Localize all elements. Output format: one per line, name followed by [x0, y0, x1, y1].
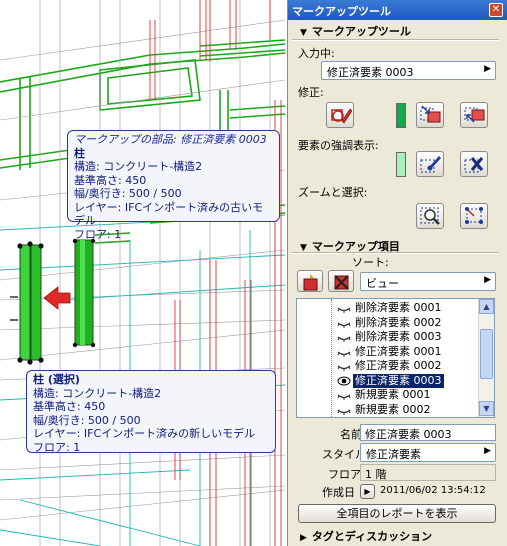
dropdown-arrow-icon: ▶	[484, 64, 491, 74]
collapse-triangle-icon: ▼	[300, 28, 307, 38]
created-date-arrow-icon[interactable]: ▶	[360, 484, 375, 499]
sort-dropdown-value: ビュー	[366, 277, 399, 290]
section-title: タグとディスカッション	[311, 530, 433, 543]
tooltip-line: 基準高さ: 450	[33, 400, 106, 413]
eye-hidden-icon[interactable]	[337, 360, 351, 372]
tooltip-title: マークアップの部品: 修正済要素 0003	[74, 133, 267, 146]
modify-label: 修正:	[298, 86, 324, 99]
show-report-button[interactable]: 全項目のレポートを表示	[298, 504, 496, 523]
remove-from-markup-button[interactable]	[460, 102, 488, 128]
add-to-markup-icon	[420, 105, 441, 123]
eye-hidden-icon[interactable]	[337, 331, 351, 343]
tooltip-subtitle: 柱 (選択)	[33, 373, 80, 386]
tree-row-label: 削除済要素 0002	[355, 315, 442, 329]
new-markup-item-button[interactable]	[297, 270, 323, 292]
tooltip-line: 幅/奥行き: 500 / 500	[74, 187, 182, 200]
sort-dropdown[interactable]: ビュー ▶	[360, 272, 496, 291]
highlight-brush-icon	[420, 156, 441, 173]
section-markup-tool[interactable]: ▼ マークアップツール	[300, 23, 411, 39]
tooltip-line: 構造: コンクリート-構造2	[33, 386, 162, 400]
input-dropdown[interactable]: 修正済要素 0003 ▶	[321, 61, 496, 80]
created-date-value: 2011/06/02 13:54:12	[380, 485, 486, 496]
floor-field: 1 階	[360, 464, 496, 481]
tree-row[interactable]: 削除済要素 0001	[297, 301, 477, 315]
tooltip-line: レイヤー: IFCインポート済みの古いモデル	[74, 200, 264, 228]
tooltip-line: 基準高さ: 450	[74, 173, 147, 187]
input-label: 入力中:	[298, 47, 335, 60]
highlight-remove-button[interactable]	[460, 151, 488, 177]
select-elements-icon	[465, 207, 483, 224]
scroll-down-icon[interactable]: ▼	[479, 401, 494, 416]
markup-tooltip-top: マークアップの部品: 修正済要素 0003 柱 構造: コンクリート-構造2 基…	[67, 130, 280, 241]
expand-triangle-icon: ▶	[300, 533, 307, 543]
divider	[292, 252, 499, 254]
add-to-markup-button[interactable]	[416, 102, 444, 128]
tree-row-label: 修正済要素 0003	[353, 373, 444, 388]
eye-hidden-icon[interactable]	[337, 302, 351, 314]
divider	[292, 39, 499, 41]
section-tags-discussion[interactable]: ▶ タグとディスカッション	[300, 528, 432, 544]
input-dropdown-value: 修正済要素 0003	[327, 66, 414, 79]
edit-markup-icon	[331, 108, 352, 124]
tooltip-line: フロア: 1	[74, 227, 122, 241]
highlight-color-swatch[interactable]	[396, 152, 406, 177]
zoom-select-label: ズームと選択:	[298, 186, 368, 199]
model-scene	[0, 0, 286, 546]
scroll-up-icon[interactable]: ▲	[479, 299, 494, 314]
style-dropdown-value: 修正済要素	[366, 448, 421, 461]
zoom-button[interactable]	[416, 203, 444, 229]
markup-items-tree[interactable]: 削除済要素 0001 削除済要素 0002 削除済要素 0003 修正済要素 0001…	[296, 298, 495, 418]
highlight-remove-icon	[464, 157, 484, 173]
palette-titlebar[interactable]: マークアップツール ✕	[288, 0, 507, 20]
eye-hidden-icon[interactable]	[337, 389, 351, 401]
3d-viewport[interactable]: マークアップの部品: 修正済要素 0003 柱 構造: コンクリート-構造2 基…	[0, 0, 287, 546]
sort-label: ソート:	[352, 256, 389, 269]
select-elements-button[interactable]	[460, 203, 488, 229]
eye-hidden-icon[interactable]	[337, 317, 351, 329]
eye-visible-icon[interactable]	[337, 375, 351, 387]
created-label: 作成日	[322, 486, 355, 499]
tree-row[interactable]: 修正済要素 0003	[297, 373, 477, 388]
dropdown-arrow-icon: ▶	[484, 275, 491, 285]
tree-row[interactable]: 新規要素 0003	[297, 417, 477, 418]
eye-hidden-icon[interactable]	[337, 346, 351, 358]
section-title: マークアップツール	[311, 25, 411, 38]
palette-title: マークアップツール	[292, 5, 391, 18]
tooltip-subtitle: 柱	[74, 146, 85, 160]
edit-markup-button[interactable]	[326, 102, 354, 128]
tree-row-label: 修正済要素 0002	[355, 359, 442, 372]
name-field[interactable]: 修正済要素 0003	[360, 424, 496, 441]
tooltip-line: 構造: コンクリート-構造2	[74, 160, 203, 173]
tree-row-label: 削除済要素 0003	[355, 330, 442, 343]
zoom-magnifier-icon	[420, 207, 440, 225]
tooltip-line: レイヤー: IFCインポート済みの新しいモデル	[33, 427, 256, 440]
close-icon[interactable]: ✕	[489, 3, 503, 17]
tree-row-label: 削除済要素 0001	[355, 301, 442, 314]
tree-row[interactable]: 新規要素 0001	[297, 388, 477, 402]
selection-tooltip-bottom: 柱 (選択) 構造: コンクリート-構造2 基準高さ: 450 幅/奥行き: 5…	[26, 370, 276, 454]
delete-item-icon	[334, 275, 349, 290]
dropdown-arrow-icon: ▶	[484, 446, 491, 456]
tree-scrollbar[interactable]: ▲ ▼	[478, 299, 494, 417]
eye-hidden-icon[interactable]	[337, 404, 351, 416]
tree-row[interactable]: 新規要素 0002	[297, 403, 477, 417]
tree-row-label: 新規要素 0001	[355, 388, 431, 401]
tree-row-label: 新規要素 0002	[355, 402, 431, 416]
tree-row[interactable]: 修正済要素 0002	[297, 359, 477, 373]
tree-row-label: 新規要素 0003	[353, 417, 433, 418]
modify-color-swatch[interactable]	[396, 103, 406, 128]
tree-row[interactable]: 修正済要素 0001	[297, 345, 477, 359]
highlight-label: 要素の強調表示:	[298, 139, 379, 152]
scroll-thumb[interactable]	[480, 329, 493, 379]
remove-from-markup-icon	[464, 107, 485, 123]
tooltip-line: 幅/奥行き: 500 / 500	[33, 413, 141, 427]
tooltip-line: フロア: 1	[33, 440, 81, 454]
tree-row[interactable]: 削除済要素 0003	[297, 330, 477, 344]
tree-row-label: 修正済要素 0001	[355, 344, 442, 358]
tree-row[interactable]: 削除済要素 0002	[297, 316, 477, 330]
highlight-add-button[interactable]	[416, 151, 444, 177]
new-item-icon	[303, 274, 318, 291]
delete-markup-item-button[interactable]	[328, 270, 354, 292]
style-dropdown[interactable]: 修正済要素 ▶	[360, 443, 496, 462]
